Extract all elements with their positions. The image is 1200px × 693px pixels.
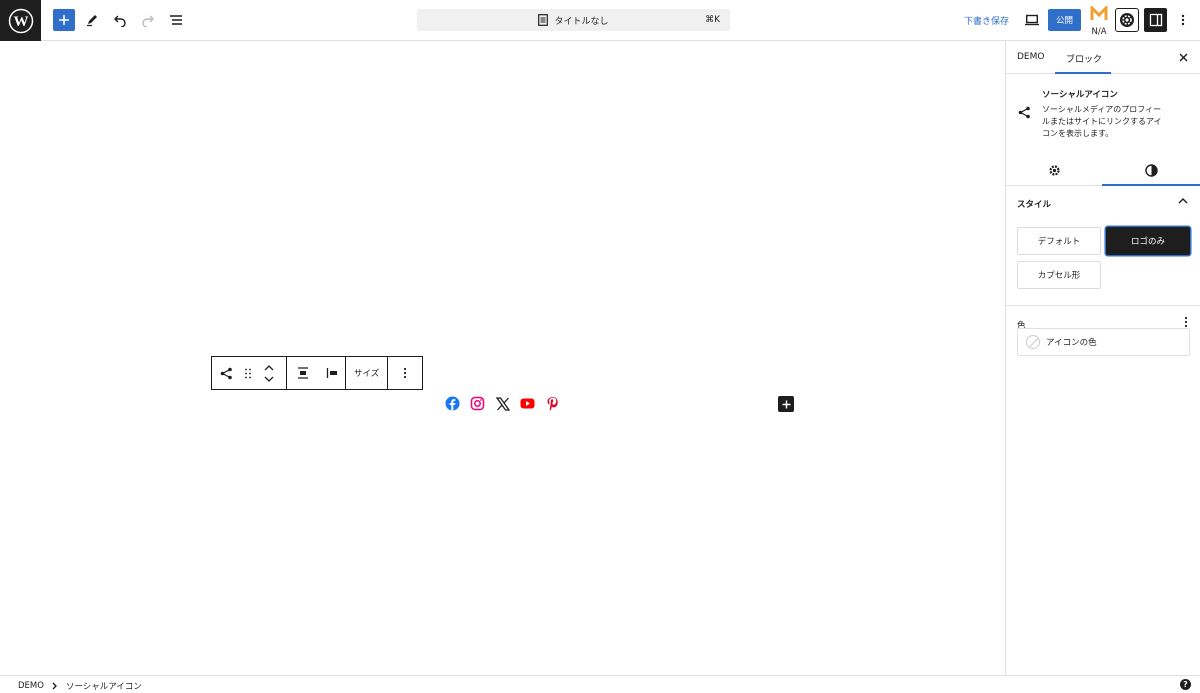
drag-handle-icon	[245, 368, 251, 378]
inspector-tabs	[1006, 154, 1200, 186]
align-center-icon	[297, 367, 308, 379]
redo-button[interactable]	[136, 8, 160, 32]
close-icon	[1179, 53, 1187, 61]
tab-block[interactable]: ブロック	[1066, 52, 1102, 65]
undo-icon	[114, 15, 126, 27]
footer-bar: DEMO ソーシャルアイコン ?	[0, 675, 1200, 693]
gear-icon	[1048, 164, 1060, 176]
icon-color-label: アイコンの色	[1046, 338, 1097, 348]
x-icon[interactable]	[495, 396, 510, 411]
save-draft-button[interactable]: 下書き保存	[964, 14, 1009, 27]
document-overview-button[interactable]	[164, 8, 188, 32]
social-icons-block[interactable]	[445, 396, 560, 411]
publish-button[interactable]: 公開	[1048, 9, 1081, 31]
document-title: タイトルなし	[554, 16, 609, 27]
block-type-button[interactable]	[212, 357, 240, 389]
facebook-icon[interactable]	[445, 396, 460, 411]
svg-text:W: W	[13, 14, 28, 30]
style-default-button[interactable]: デフォルト	[1017, 227, 1101, 255]
contrast-icon	[1144, 163, 1158, 177]
chevron-up-icon	[1178, 198, 1188, 204]
block-card-title: ソーシャルアイコン	[1042, 90, 1118, 100]
settings-sidebar: DEMO ブロック ソーシャルアイコン ソーシャルメディアのプロフィールまたはサ…	[1005, 41, 1200, 675]
plugin-status-button[interactable]: N/A	[1089, 4, 1109, 37]
gear-badge-icon	[1120, 13, 1134, 27]
style-logos-only-button[interactable]: ロゴのみ	[1106, 227, 1190, 255]
share-icon	[1018, 106, 1030, 119]
command-shortcut: ⌘K	[705, 15, 720, 25]
document-title-bar[interactable]: タイトルなし ⌘K	[417, 9, 730, 31]
style-panel-header[interactable]: スタイル	[1006, 186, 1200, 220]
block-switcher-group	[212, 357, 287, 389]
plus-icon	[59, 15, 69, 25]
style-panel-title: スタイル	[1017, 200, 1052, 210]
block-card-description: ソーシャルメディアのプロフィールまたはサイトにリンクするアイコンを表示します。	[1042, 105, 1162, 138]
chevron-down-icon	[264, 376, 274, 382]
redo-icon	[142, 15, 154, 27]
edit-tool-button[interactable]	[80, 8, 104, 32]
style-variations: デフォルト ロゴのみ カプセル形	[1006, 220, 1200, 306]
list-view-icon	[170, 15, 182, 25]
alignment-group	[287, 357, 346, 389]
options-group	[388, 357, 421, 389]
desktop-preview-icon	[1025, 14, 1039, 26]
editor-canvas[interactable]: サイズ	[0, 41, 1005, 675]
help-icon[interactable]: ?	[1180, 679, 1191, 690]
drag-handle[interactable]	[240, 357, 256, 389]
vertical-ellipsis-icon	[1181, 14, 1185, 26]
youtube-icon[interactable]	[520, 396, 535, 411]
style-pill-shape-button[interactable]: カプセル形	[1017, 261, 1101, 289]
wordpress-logo-icon[interactable]: W	[0, 0, 41, 41]
plugin-logo-icon	[1090, 4, 1108, 20]
more-options-button[interactable]	[1174, 8, 1192, 32]
close-sidebar-button[interactable]	[1176, 50, 1190, 64]
plugin-settings-button[interactable]	[1115, 8, 1139, 32]
vertical-ellipsis-icon[interactable]	[1184, 316, 1188, 328]
size-group: サイズ	[346, 357, 389, 389]
block-card: ソーシャルアイコン ソーシャルメディアのプロフィールまたはサイトにリンクするアイ…	[1006, 74, 1200, 154]
sidebar-tabs: DEMO ブロック	[1006, 41, 1200, 74]
chevron-up-icon	[264, 364, 274, 370]
sidebar-icon	[1149, 13, 1162, 27]
tab-demo[interactable]: DEMO	[1017, 52, 1044, 62]
block-options-button[interactable]	[388, 357, 421, 389]
justify-left-icon	[326, 368, 337, 378]
block-toolbar: サイズ	[211, 356, 423, 390]
page-icon	[538, 14, 549, 26]
plus-icon	[782, 400, 790, 408]
plugin-status-label: N/A	[1091, 27, 1107, 37]
undo-button[interactable]	[108, 8, 132, 32]
chevron-right-icon	[52, 682, 57, 690]
preview-button[interactable]	[1020, 8, 1044, 32]
share-icon	[220, 367, 232, 379]
pencil-icon	[87, 15, 97, 27]
add-block-button[interactable]	[53, 9, 75, 31]
add-block-inline-button[interactable]	[778, 396, 794, 412]
empty-color-swatch-icon	[1026, 335, 1040, 349]
tab-styles[interactable]	[1143, 162, 1159, 178]
size-button[interactable]: サイズ	[346, 357, 387, 389]
breadcrumb-item-root[interactable]: DEMO	[18, 681, 44, 691]
vertical-ellipsis-icon	[403, 367, 406, 379]
move-block-controls[interactable]	[256, 357, 282, 389]
align-button[interactable]	[287, 357, 318, 389]
breadcrumb-item-current: ソーシャルアイコン	[65, 682, 142, 692]
top-toolbar: W タイトルなし ⌘K 下書き保存 公開 N/A	[0, 0, 1200, 41]
icon-color-picker[interactable]: アイコンの色	[1017, 328, 1190, 356]
tab-settings[interactable]	[1046, 162, 1062, 178]
breadcrumb: DEMO ソーシャルアイコン	[18, 680, 142, 692]
settings-sidebar-toggle[interactable]	[1144, 8, 1167, 32]
instagram-icon[interactable]	[470, 396, 485, 411]
pinterest-icon[interactable]	[545, 396, 560, 411]
justification-button[interactable]	[318, 357, 345, 389]
